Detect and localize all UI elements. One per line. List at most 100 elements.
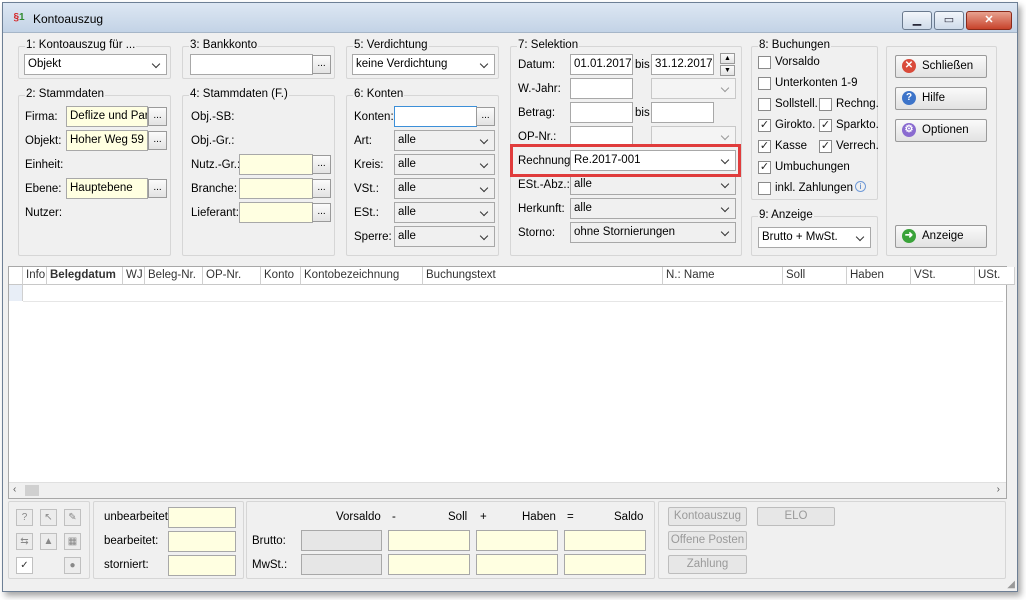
offene-posten-button[interactable]: Offene Posten: [668, 531, 747, 550]
objekt-field[interactable]: Hoher Weg 59 ·: [66, 130, 148, 151]
branche-field[interactable]: [239, 178, 313, 199]
brutto-soll: [388, 530, 470, 551]
date-spin-down-button[interactable]: ▼: [720, 65, 735, 76]
column-header[interactable]: Soll: [783, 267, 847, 285]
betrag-from-field[interactable]: [570, 102, 633, 123]
column-header[interactable]: Haben: [847, 267, 911, 285]
pencil-icon[interactable]: ✎: [64, 509, 81, 526]
zahlung-button[interactable]: Zahlung: [668, 555, 747, 574]
bankkonto-browse-button[interactable]: ...: [312, 55, 331, 74]
hilfe-button[interactable]: ? Hilfe: [895, 87, 987, 110]
girokto-checkbox[interactable]: ✓: [758, 119, 771, 132]
maximize-button[interactable]: ▭: [934, 11, 964, 30]
herkunft-select[interactable]: alle: [570, 198, 736, 219]
column-header[interactable]: Buchungstext: [423, 267, 663, 285]
group-stammdaten: 2: Stammdaten Firma: Deflize und Part ..…: [18, 88, 171, 256]
column-header[interactable]: VSt.: [911, 267, 975, 285]
bankkonto-field[interactable]: [190, 54, 313, 75]
sparkto-label: Sparkto.: [836, 119, 879, 131]
group-label: 3: Bankkonto: [189, 39, 259, 51]
calculator-icon[interactable]: ▦: [64, 533, 81, 550]
vorsaldo-header: Vorsaldo: [336, 511, 381, 523]
column-header[interactable]: Kontobezeichnung: [301, 267, 423, 285]
scroll-right-icon[interactable]: ›: [997, 484, 1000, 495]
rechng-checkbox[interactable]: [819, 98, 832, 111]
info-icon[interactable]: i: [855, 181, 866, 192]
datum-from-field[interactable]: 01.01.2017: [570, 54, 633, 75]
bookings-table[interactable]: Info Belegdatum WJ Beleg-Nr. OP-Nr. Konto Kont…: [8, 266, 1015, 499]
verdichtung-select[interactable]: keine Verdichtung: [352, 54, 495, 75]
branche-browse-button[interactable]: ...: [312, 179, 331, 198]
sollstell-checkbox[interactable]: [758, 98, 771, 111]
column-header[interactable]: WJ: [123, 267, 145, 285]
nutz-gr-browse-button[interactable]: ...: [312, 155, 331, 174]
minimize-button[interactable]: ▁: [902, 11, 932, 30]
objekt-browse-button[interactable]: ...: [148, 131, 167, 150]
bomb-icon[interactable]: ●: [64, 557, 81, 574]
ebene-browse-button[interactable]: ...: [148, 179, 167, 198]
optionen-button[interactable]: ⚙ Optionen: [895, 119, 987, 142]
umbuchungen-checkbox[interactable]: ✓: [758, 161, 771, 174]
sparkto-checkbox[interactable]: ✓: [819, 119, 832, 132]
w-jahr-select[interactable]: [651, 78, 736, 99]
swap-icon[interactable]: ⇆: [16, 533, 33, 550]
storno-select[interactable]: ohne Stornierungen: [570, 222, 736, 243]
row-selector[interactable]: [9, 285, 23, 301]
lieferant-browse-button[interactable]: ...: [312, 203, 331, 222]
unterkonten-checkbox[interactable]: [758, 77, 771, 90]
sperre-select[interactable]: alle: [394, 226, 495, 247]
kreis-select[interactable]: alle: [394, 154, 495, 175]
column-header[interactable]: Beleg-Nr.: [145, 267, 203, 285]
vst-select[interactable]: alle: [394, 178, 495, 199]
konten-browse-button[interactable]: ...: [476, 107, 495, 126]
lieferant-field[interactable]: [239, 202, 313, 223]
vorsaldo-label: Vorsaldo: [775, 56, 820, 68]
scroll-left-icon[interactable]: ‹: [13, 484, 16, 495]
betrag-to-field[interactable]: [651, 102, 714, 123]
ebene-field[interactable]: Hauptebene: [66, 178, 148, 199]
datum-to-field[interactable]: 31.12.2017: [651, 54, 714, 75]
vorsaldo-checkbox[interactable]: [758, 56, 771, 69]
w-jahr-label: W.-Jahr:: [518, 83, 561, 95]
schliessen-label: Schließen: [922, 60, 974, 72]
art-select[interactable]: alle: [394, 130, 495, 151]
help-tool-icon[interactable]: ?: [16, 509, 33, 526]
date-spin-up-button[interactable]: ▲: [720, 53, 735, 64]
resize-grip-icon[interactable]: ◢: [1007, 579, 1015, 590]
elo-button[interactable]: ELO: [757, 507, 835, 526]
horizontal-scrollbar[interactable]: ‹ ›: [9, 482, 1006, 498]
close-button[interactable]: ✕: [966, 11, 1012, 30]
kontoauszug-fuer-select[interactable]: Objekt: [24, 54, 167, 75]
est-abz-select[interactable]: alle: [570, 174, 736, 195]
group-kontoauszug-fuer: 1: Kontoauszug für ... Objekt: [18, 39, 171, 79]
scroll-thumb[interactable]: [25, 485, 39, 496]
stamp-icon[interactable]: ▲: [40, 533, 57, 550]
kasse-checkbox[interactable]: ✓: [758, 140, 771, 153]
column-header[interactable]: Konto: [261, 267, 301, 285]
pointer-icon[interactable]: ↖: [40, 509, 57, 526]
anzeige-select[interactable]: Brutto + MwSt.: [758, 227, 871, 248]
firma-field[interactable]: Deflize und Part: [66, 106, 148, 127]
column-header[interactable]: Belegdatum: [47, 267, 123, 285]
haben-header: Haben: [522, 511, 556, 523]
column-header[interactable]: OP-Nr.: [203, 267, 261, 285]
firma-browse-button[interactable]: ...: [148, 107, 167, 126]
checkbox-tool-icon[interactable]: ✓: [16, 557, 33, 574]
anzeige-button[interactable]: ➜ Anzeige: [895, 225, 987, 248]
est-select[interactable]: alle: [394, 202, 495, 223]
soll-header: Soll: [448, 511, 468, 523]
kontoauszug-button[interactable]: Kontoauszug: [668, 507, 747, 526]
inkl-zahlungen-checkbox[interactable]: [758, 182, 771, 195]
herkunft-label: Herkunft:: [518, 203, 565, 215]
verrech-checkbox[interactable]: ✓: [819, 140, 832, 153]
schliessen-button[interactable]: ✕ Schließen: [895, 55, 987, 78]
close-icon: ✕: [902, 58, 916, 73]
nutz-gr-field[interactable]: [239, 154, 313, 175]
unterkonten-label: Unterkonten 1-9: [775, 77, 858, 89]
column-header[interactable]: USt.: [975, 267, 1015, 285]
column-header[interactable]: Info: [23, 267, 47, 285]
anzeige-label: Anzeige: [922, 230, 964, 242]
w-jahr-field[interactable]: [570, 78, 633, 99]
konten-field[interactable]: [394, 106, 477, 127]
column-header[interactable]: N.: Name: [663, 267, 783, 285]
